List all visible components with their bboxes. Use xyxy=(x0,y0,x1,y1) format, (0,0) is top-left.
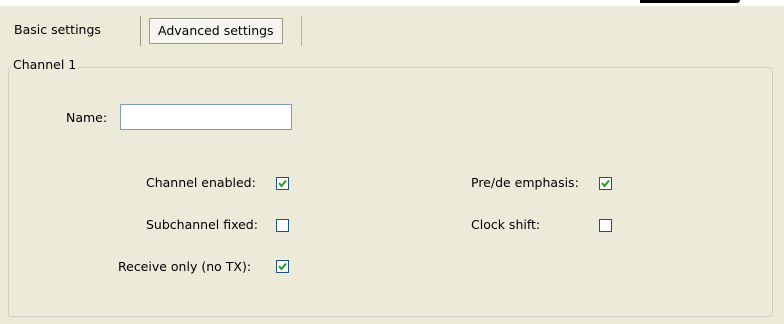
subchannel-fixed-checkbox[interactable] xyxy=(276,219,289,232)
receive-only-checkbox[interactable] xyxy=(276,260,289,273)
name-label: Name: xyxy=(66,110,108,125)
tab-basic-settings[interactable]: Basic settings xyxy=(14,22,101,38)
tab-divider xyxy=(301,16,302,46)
name-input[interactable] xyxy=(120,104,292,130)
clock-shift-label: Clock shift: xyxy=(471,217,541,232)
pre-de-emphasis-checkbox[interactable] xyxy=(599,177,612,190)
channel-groupbox-title: Channel 1 xyxy=(11,57,79,73)
channel-enabled-checkbox[interactable] xyxy=(276,177,289,190)
checkmark-icon xyxy=(278,262,287,271)
checkmark-icon xyxy=(278,179,287,188)
checkmark-icon xyxy=(601,179,610,188)
channel-enabled-label: Channel enabled: xyxy=(146,175,256,190)
pre-de-emphasis-label: Pre/de emphasis: xyxy=(471,175,579,190)
tab-advanced-settings[interactable]: Advanced settings xyxy=(149,18,283,44)
subchannel-fixed-label: Subchannel fixed: xyxy=(146,217,258,232)
receive-only-label: Receive only (no TX): xyxy=(118,259,252,274)
clock-shift-checkbox[interactable] xyxy=(599,219,612,232)
tab-divider xyxy=(140,16,141,46)
window-title-fragment xyxy=(640,0,740,3)
